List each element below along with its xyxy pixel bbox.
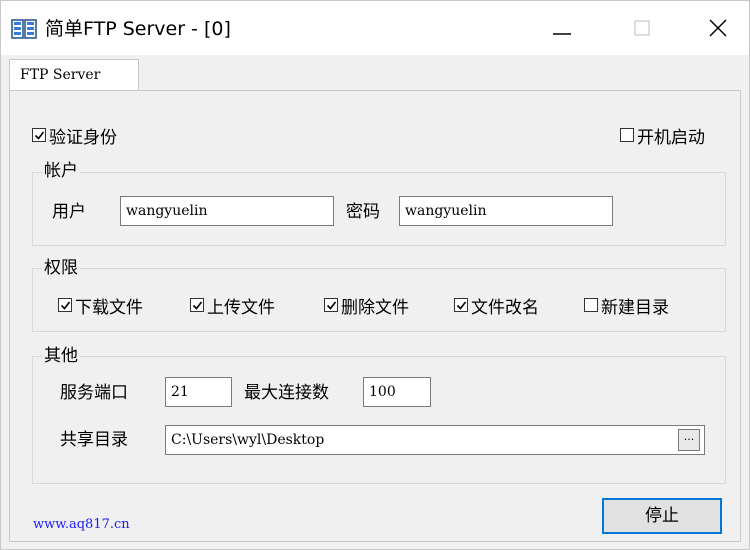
verify-identity-label: 验证身份 [49, 127, 117, 148]
password-label: 密码 [346, 202, 380, 222]
verify-identity-checkbox[interactable]: 验证身份 [32, 123, 117, 148]
checkbox-box [58, 298, 72, 312]
upload-checkbox[interactable]: 上传文件 [190, 293, 275, 318]
autostart-label: 开机启动 [637, 127, 705, 148]
checkmark-icon [60, 301, 71, 310]
close-icon [709, 19, 727, 37]
checkbox-box [454, 298, 468, 312]
maximize-button[interactable] [611, 1, 673, 55]
checkbox-box [190, 298, 204, 312]
user-label: 用户 [52, 202, 86, 222]
rename-checkbox[interactable]: 文件改名 [454, 293, 539, 318]
rename-label: 文件改名 [471, 297, 539, 318]
account-legend: 帐户 [42, 160, 80, 182]
max-connections-label: 最大连接数 [244, 383, 329, 403]
title-bar[interactable]: 简单FTP Server - [0] [1, 1, 749, 55]
tab-panel: 验证身份 开机启动 帐户 用户 wangyuelin 密码 wangyuelin… [9, 90, 741, 542]
mkdir-label: 新建目录 [601, 297, 669, 318]
delete-checkbox[interactable]: 删除文件 [324, 293, 409, 318]
user-input[interactable]: wangyuelin [120, 196, 334, 226]
password-input[interactable]: wangyuelin [399, 196, 613, 226]
checkbox-box [32, 128, 46, 142]
download-label: 下载文件 [75, 297, 143, 318]
checkmark-icon [456, 301, 467, 310]
checkmark-icon [326, 301, 337, 310]
checkmark-icon [34, 131, 45, 140]
checkbox-box [584, 298, 598, 312]
tab-strip: FTP Server [1, 55, 749, 91]
other-group [32, 356, 726, 484]
mkdir-checkbox[interactable]: 新建目录 [584, 293, 669, 318]
max-connections-input[interactable]: 100 [363, 377, 431, 407]
checkbox-box [324, 298, 338, 312]
browse-button[interactable]: ... [678, 429, 700, 451]
share-dir-input[interactable]: C:\Users\wyl\Desktop [165, 425, 705, 455]
website-link[interactable]: www.aq817.cn [33, 517, 130, 532]
autostart-checkbox[interactable]: 开机启动 [620, 123, 705, 148]
download-checkbox[interactable]: 下载文件 [58, 293, 143, 318]
minimize-button[interactable] [531, 1, 593, 55]
app-window: 简单FTP Server - [0] FTP Server 验证身份 开机启动 … [0, 0, 750, 550]
tab-ftp-server[interactable]: FTP Server [9, 59, 139, 91]
delete-label: 删除文件 [341, 297, 409, 318]
permissions-legend: 权限 [42, 257, 80, 279]
window-title: 简单FTP Server - [0] [45, 18, 231, 40]
port-input[interactable]: 21 [165, 377, 232, 407]
upload-label: 上传文件 [207, 297, 275, 318]
share-dir-label: 共享目录 [60, 430, 128, 450]
close-button[interactable] [687, 1, 749, 55]
stop-button[interactable]: 停止 [602, 498, 722, 534]
port-label: 服务端口 [60, 383, 128, 403]
maximize-icon [634, 20, 650, 36]
minimize-icon [553, 33, 571, 35]
checkmark-icon [192, 301, 203, 310]
other-legend: 其他 [42, 345, 80, 367]
checkbox-box [620, 128, 634, 142]
app-icon [11, 18, 37, 40]
